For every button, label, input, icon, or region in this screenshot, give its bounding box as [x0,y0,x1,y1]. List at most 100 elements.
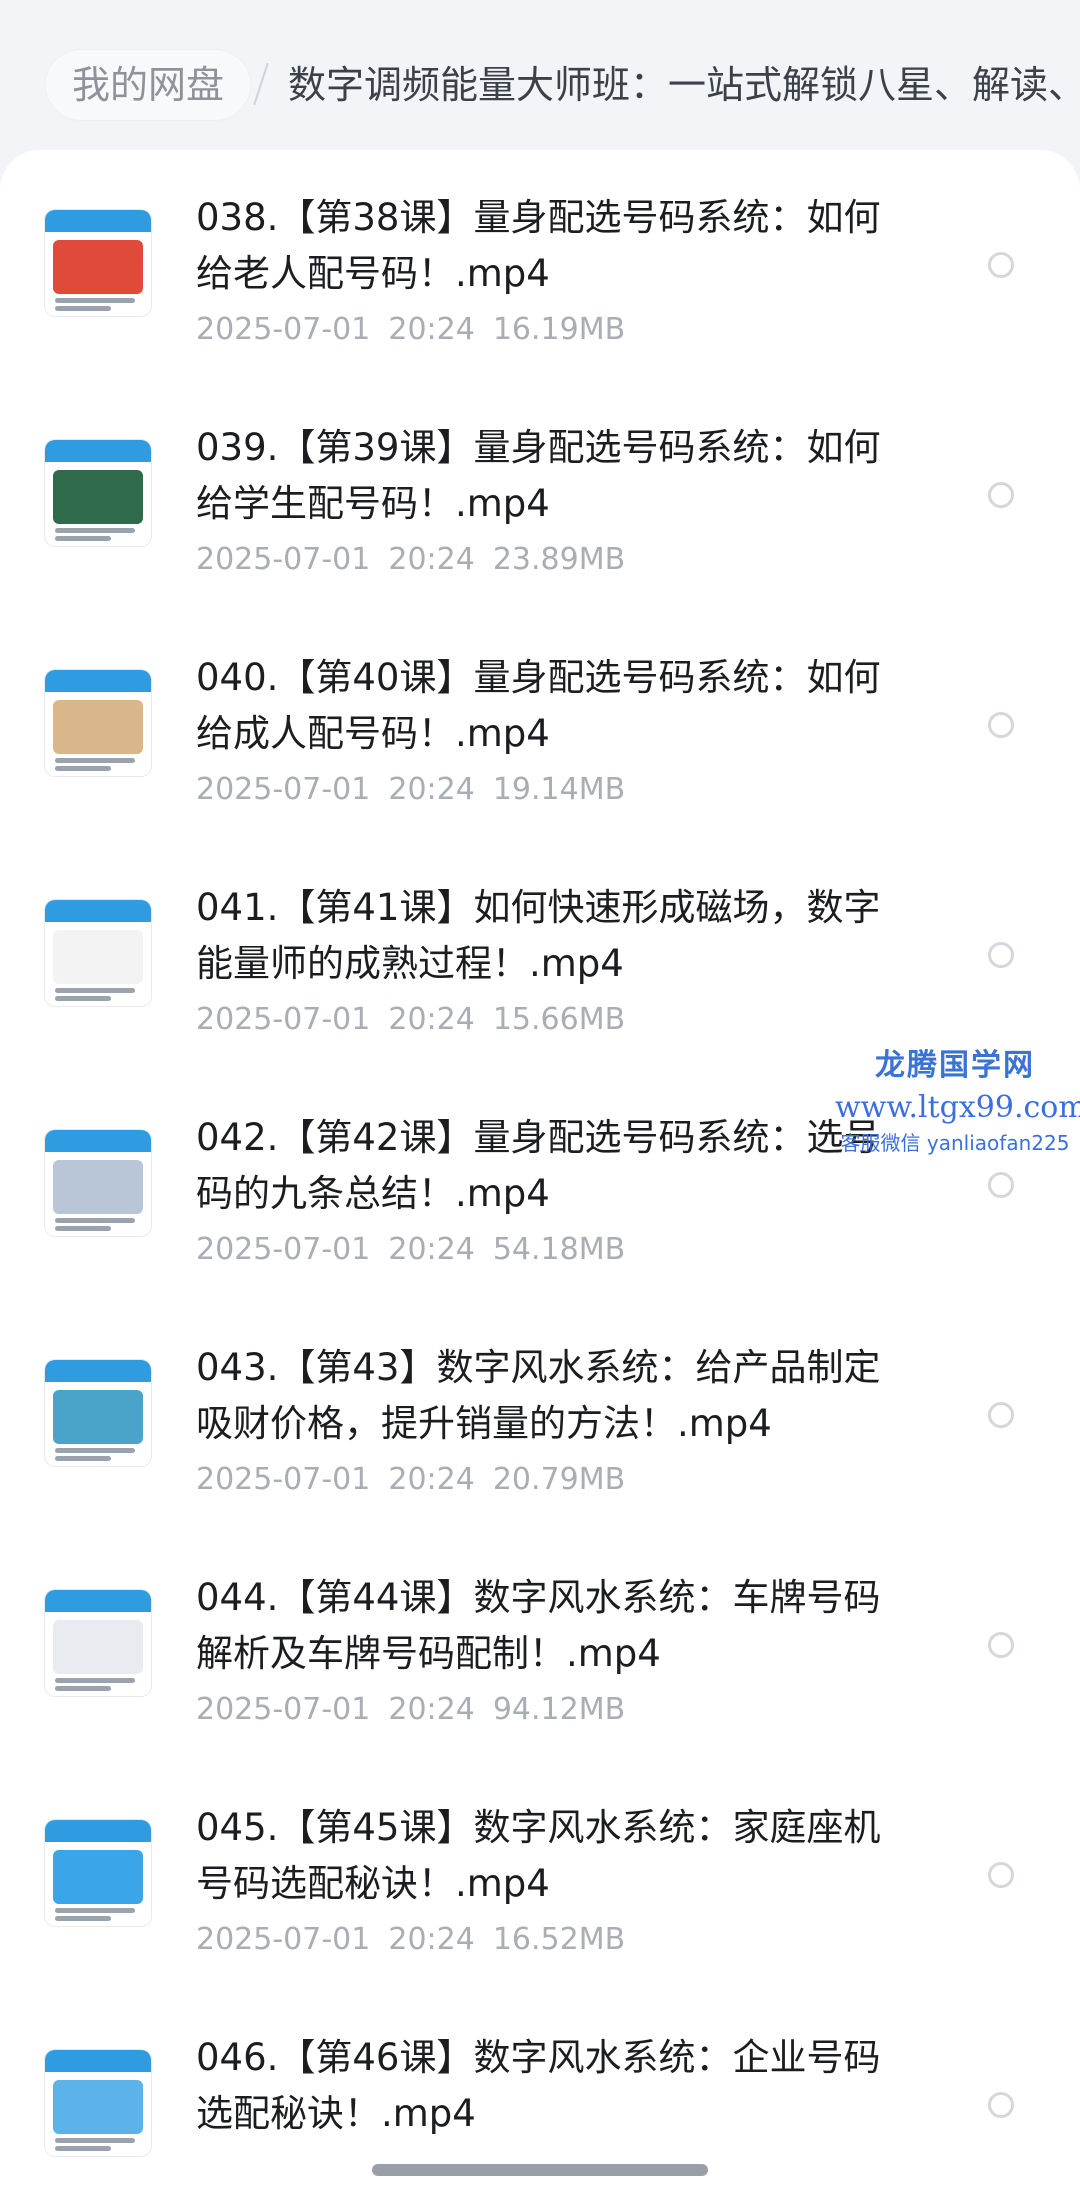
file-time: 20:24 [388,1922,475,1957]
file-meta: 2025-07-01 20:24 15.66MB [196,1000,643,1040]
file-meta: 2025-07-01 20:24 23.89MB [196,540,643,580]
file-name: 042.【第42课】量身配选号码系统：选号码的九条总结！.mp4 [196,1116,881,1215]
file-date: 2025-07-01 [196,312,371,347]
file-time: 20:24 [388,312,475,347]
select-radio-icon[interactable] [988,712,1014,738]
file-date: 2025-07-01 [196,1922,371,1957]
thumbnail-caption-line [55,536,111,541]
file-row[interactable]: 043.【第43】数字风水系统：给产品制定吸财价格，提升销量的方法！.mp4 20… [0,1300,1080,1530]
file-name: 040.【第40课】量身配选号码系统：如何给成人配号码！.mp4 [196,656,881,755]
thumbnail-scene [53,1160,143,1214]
file-time: 20:24 [388,542,475,577]
file-size: 19.14MB [492,772,626,807]
thumbnail-scene [53,700,143,754]
thumbnail-scene [53,1620,143,1674]
thumbnail-scene [53,1850,143,1904]
breadcrumb: 我的网盘 数字调频能量大师班：一站式解锁八星、解读、 [0,0,1080,160]
thumbnail-caption-line [55,1448,135,1453]
file-meta: 2025-07-01 20:24 16.19MB [196,310,643,350]
thumbnail-header-band [45,1820,151,1842]
file-time: 20:24 [388,1002,475,1037]
thumbnail-caption-line [55,758,135,763]
video-thumbnail [45,1590,151,1696]
thumbnail-header-band [45,210,151,232]
file-name: 043.【第43】数字风水系统：给产品制定吸财价格，提升销量的方法！.mp4 [196,1346,881,1445]
thumbnail-scene [53,1390,143,1444]
thumbnail-header-band [45,670,151,692]
file-name: 038.【第38课】量身配选号码系统：如何给老人配号码！.mp4 [196,196,881,295]
file-size: 94.12MB [492,1692,626,1727]
thumbnail-caption-line [55,2146,111,2151]
file-size: 15.66MB [492,1002,626,1037]
thumbnail-header-band [45,440,151,462]
thumbnail-scene [53,470,143,524]
select-radio-icon[interactable] [988,482,1014,508]
breadcrumb-current-folder: 数字调频能量大师班：一站式解锁八星、解读、 [288,63,1080,107]
select-radio-icon[interactable] [988,252,1014,278]
select-radio-icon[interactable] [988,1632,1014,1658]
file-meta: 2025-07-01 20:24 20.79MB [196,1460,643,1500]
breadcrumb-separator [253,62,269,106]
file-size: 20.79MB [492,1462,626,1497]
thumbnail-caption-line [55,1908,135,1913]
select-radio-icon[interactable] [988,1402,1014,1428]
file-date: 2025-07-01 [196,1232,371,1267]
file-time: 20:24 [388,1692,475,1727]
file-date: 2025-07-01 [196,1002,371,1037]
video-thumbnail [45,900,151,1006]
file-time: 20:24 [388,772,475,807]
thumbnail-header-band [45,900,151,922]
thumbnail-caption-line [55,1218,135,1223]
file-browser-screen: 我的网盘 数字调频能量大师班：一站式解锁八星、解读、 038.【第38课】量身配… [0,0,1080,2204]
thumbnail-caption-line [55,2138,135,2143]
file-row[interactable]: 041.【第41课】如何快速形成磁场，数字能量师的成熟过程！.mp4 2025-0… [0,840,1080,1070]
thumbnail-caption-line [55,1456,111,1461]
video-thumbnail [45,1820,151,1926]
thumbnail-caption-line [55,1686,111,1691]
thumbnail-caption-line [55,996,111,1001]
file-time: 20:24 [388,1462,475,1497]
file-name: 039.【第39课】量身配选号码系统：如何给学生配号码！.mp4 [196,426,881,525]
thumbnail-scene [53,2080,143,2134]
file-meta: 2025-07-01 20:24 94.12MB [196,1690,643,1730]
thumbnail-header-band [45,2050,151,2072]
file-date: 2025-07-01 [196,1462,371,1497]
file-name: 041.【第41课】如何快速形成磁场，数字能量师的成熟过程！.mp4 [196,886,881,985]
video-thumbnail [45,1360,151,1466]
thumbnail-caption-line [55,306,111,311]
file-date: 2025-07-01 [196,542,371,577]
file-row[interactable]: 038.【第38课】量身配选号码系统：如何给老人配号码！.mp4 2025-07-… [0,150,1080,380]
video-thumbnail [45,1130,151,1236]
home-indicator[interactable] [372,2164,708,2176]
file-meta: 2025-07-01 20:24 16.52MB [196,1920,643,1960]
thumbnail-header-band [45,1360,151,1382]
file-name: 046.【第46课】数字风水系统：企业号码选配秘诀！.mp4 [196,2036,881,2135]
thumbnail-header-band [45,1130,151,1152]
select-radio-icon[interactable] [988,1172,1014,1198]
thumbnail-caption-line [55,528,135,533]
thumbnail-header-band [45,1590,151,1612]
thumbnail-scene [53,240,143,294]
file-row[interactable]: 044.【第44课】数字风水系统：车牌号码解析及车牌号码配制！.mp4 2025-… [0,1530,1080,1760]
file-size: 23.89MB [492,542,626,577]
select-radio-icon[interactable] [988,942,1014,968]
thumbnail-caption-line [55,988,135,993]
file-meta: 2025-07-01 20:24 19.14MB [196,770,643,810]
file-row[interactable]: 042.【第42课】量身配选号码系统：选号码的九条总结！.mp4 2025-07-… [0,1070,1080,1300]
video-thumbnail [45,440,151,546]
video-thumbnail [45,210,151,316]
select-radio-icon[interactable] [988,1862,1014,1888]
file-row[interactable]: 040.【第40课】量身配选号码系统：如何给成人配号码！.mp4 2025-07-… [0,610,1080,840]
thumbnail-caption-line [55,766,111,771]
file-row[interactable]: 039.【第39课】量身配选号码系统：如何给学生配号码！.mp4 2025-07-… [0,380,1080,610]
thumbnail-caption-line [55,1226,111,1231]
file-size: 16.52MB [492,1922,626,1957]
thumbnail-caption-line [55,1678,135,1683]
select-radio-icon[interactable] [988,2092,1014,2118]
thumbnail-caption-line [55,298,135,303]
file-meta: 2025-07-01 20:24 54.18MB [196,1230,643,1270]
file-time: 20:24 [388,1232,475,1267]
file-row[interactable]: 045.【第45课】数字风水系统：家庭座机号码选配秘诀！.mp4 2025-07-… [0,1760,1080,1990]
file-size: 54.18MB [492,1232,626,1267]
breadcrumb-root[interactable]: 我的网盘 [46,50,251,120]
